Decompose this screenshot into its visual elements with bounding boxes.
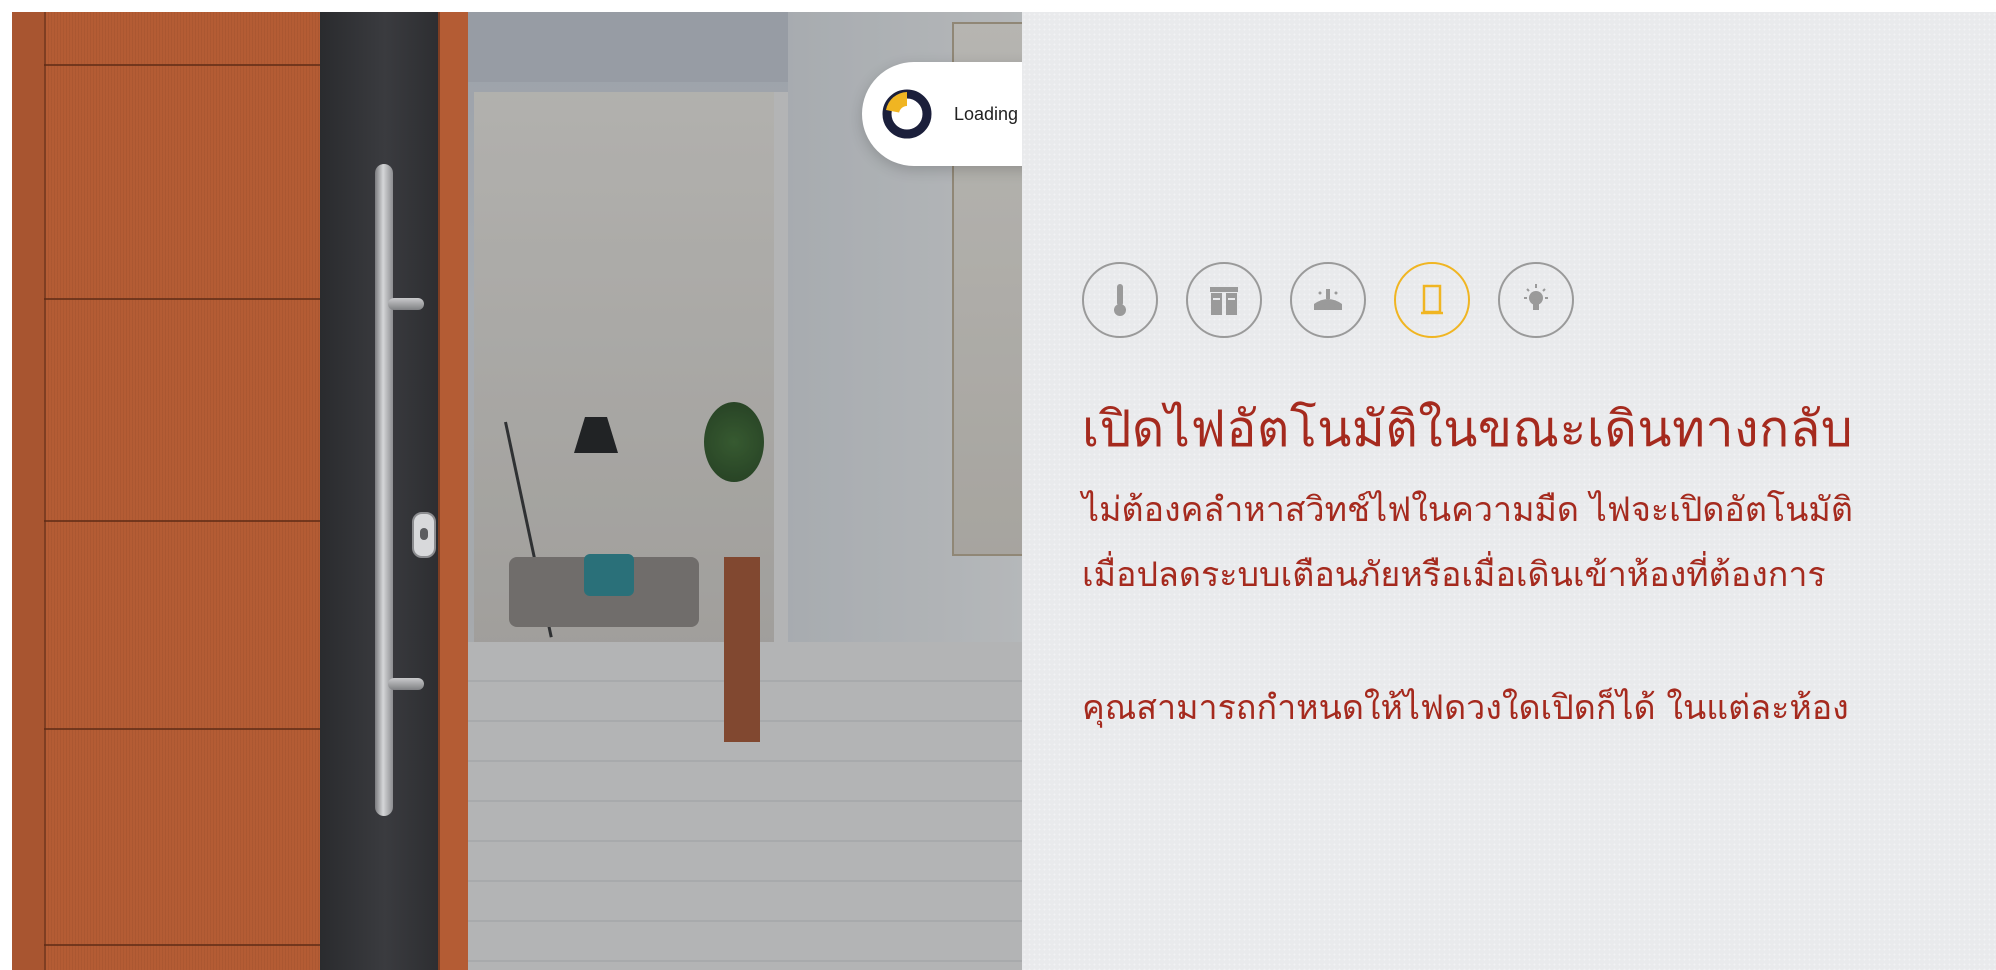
- door-handle-hallway-photo: [12, 12, 1022, 970]
- feature-light-button[interactable]: [1498, 262, 1574, 338]
- door-pull-handle: [375, 164, 393, 816]
- feature-headline: เปิดไฟอัตโนมัติในขณะเดินทางกลับ: [1082, 400, 1854, 458]
- description-line-2: เมื่อปลดระบบเตือนภัยหรือเมื่อเดินเข้าห้อ…: [1082, 555, 1826, 595]
- feature-door-button[interactable]: [1394, 262, 1470, 338]
- feature-thermometer-button[interactable]: [1082, 262, 1158, 338]
- feature-icon-row: [1082, 262, 1574, 338]
- door-lock: [412, 512, 436, 558]
- door-edge-strip: [438, 12, 468, 970]
- sprinkler-icon: [1314, 289, 1342, 310]
- feature-sprinkler-button[interactable]: [1290, 262, 1366, 338]
- thermometer-icon: [1114, 284, 1126, 316]
- feature-description-extra: คุณสามารถกำหนดให้ไฟดวงใดเปิดก็ได้ ในแต่ล…: [1082, 688, 1849, 728]
- wooden-door: [12, 12, 332, 970]
- feature-content-panel: เปิดไฟอัตโนมัติในขณะเดินทางกลับ ไม่ต้องค…: [1022, 12, 1996, 970]
- description-line-1: ไม่ต้องคลำหาสวิทช์ไฟในความมืด ไฟจะเปิดอั…: [1082, 490, 1853, 530]
- door-icon: [1421, 284, 1443, 315]
- feature-description: ไม่ต้องคลำหาสวิทช์ไฟในความมืด ไฟจะเปิดอั…: [1082, 478, 1982, 608]
- curtain-icon: [1210, 287, 1238, 315]
- feature-curtain-button[interactable]: [1186, 262, 1262, 338]
- loading-spinner-icon: [878, 85, 936, 143]
- light-bulb-icon: [1524, 284, 1548, 310]
